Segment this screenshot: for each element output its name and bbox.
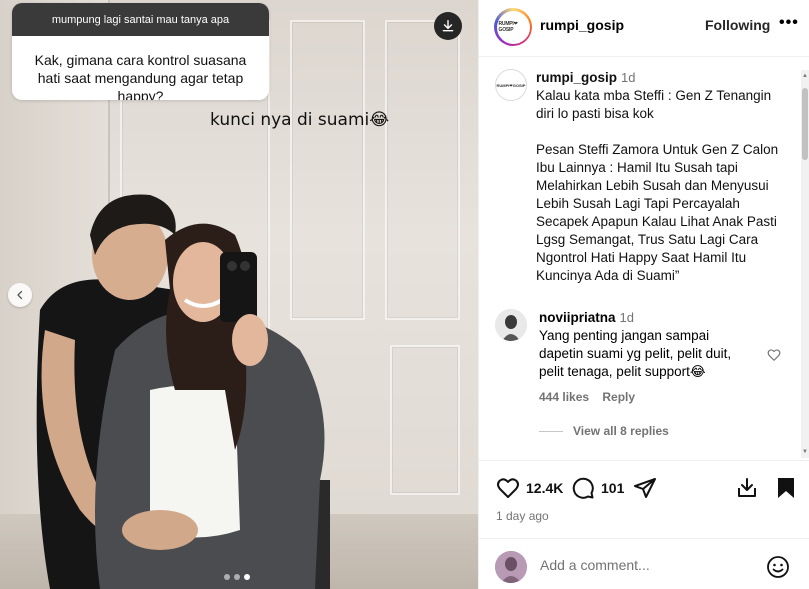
comment-reply-button[interactable]: Reply <box>602 390 635 404</box>
comment-meta: 444 likes Reply <box>539 390 635 404</box>
caption-line: Kalau kata mba Steffi : Gen Z Tenangin <box>536 88 772 103</box>
save-to-collection-button[interactable] <box>735 476 759 500</box>
comment-line: dapetin suami yg pelit, pelit duit, <box>539 346 732 361</box>
comment-icon <box>572 477 594 499</box>
post-header: RUMPI❤GOSIP rumpi_gosip Following ••• <box>479 0 809 57</box>
comment-button[interactable]: 101 <box>571 476 624 500</box>
phone-camera <box>240 261 250 271</box>
heart-icon <box>497 478 519 498</box>
commenter-avatar[interactable] <box>495 309 527 341</box>
question-sticker: mumpung lagi santai mau tanya apa Kak, g… <box>12 3 269 100</box>
couple-photo <box>36 194 330 589</box>
like-button[interactable]: 12.4K <box>496 476 563 500</box>
more-options-icon[interactable]: ••• <box>779 14 799 32</box>
caption-username[interactable]: rumpi_gosip <box>536 70 617 85</box>
post-media[interactable]: mumpung lagi santai mau tanya apa Kak, g… <box>0 0 478 589</box>
comment-time: 1d <box>619 310 634 325</box>
caption-time: 1d <box>621 70 636 85</box>
bookmark-icon <box>778 478 794 498</box>
view-replies-label: View all 8 replies <box>573 424 669 438</box>
replies-divider <box>539 430 563 432</box>
heart-icon <box>767 349 781 361</box>
add-comment-bar <box>479 538 809 589</box>
scroll-thumb[interactable] <box>802 88 808 160</box>
phone-camera <box>227 261 237 271</box>
caption-line: Melahirkan Lebih Susah dan Menyusui <box>536 178 769 193</box>
post-panel: RUMPI❤GOSIP rumpi_gosip Following ••• RU… <box>478 0 809 589</box>
question-header: mumpung lagi santai mau tanya apa <box>12 3 269 36</box>
post-actions: 12.4K 101 1 day ago <box>479 460 809 538</box>
commenter-photo <box>495 309 527 341</box>
caption: rumpi_gosip 1d Kalau kata mba Steffi : Ge… <box>536 69 786 285</box>
previous-slide-button[interactable] <box>8 283 32 307</box>
caption-line: Secapek Apapun Kalau Lihat Anak Pasti <box>536 214 777 229</box>
chevron-left-icon <box>17 290 23 300</box>
caption-line: Lgsg Semangat, Trus Satu Lagi Cara <box>536 232 759 247</box>
download-icon <box>442 20 454 32</box>
caption-line: Lebih Susah Lagi Tapi Percayalah <box>536 196 740 211</box>
author-username[interactable]: rumpi_gosip <box>540 17 624 33</box>
emoji-button[interactable] <box>766 555 790 584</box>
carousel-dot <box>234 574 240 580</box>
send-icon <box>634 478 656 498</box>
current-user-photo <box>495 551 527 583</box>
carousel-dot <box>224 574 230 580</box>
caption-avatar[interactable]: RUMPI❤GOSIP <box>495 69 527 101</box>
download-button[interactable] <box>434 12 462 40</box>
man-hand <box>122 510 198 550</box>
comments-count: 101 <box>601 480 625 496</box>
current-user-avatar[interactable] <box>495 551 527 583</box>
comment-input[interactable] <box>540 557 740 573</box>
question-text: Kak, gimana cara kontrol suasana hati sa… <box>34 52 247 100</box>
comment-line: Yang penting jangan sampai <box>539 328 710 343</box>
comment: noviipriatna 1d Yang penting jangan sampa… <box>539 309 761 381</box>
comment-line: pelit tenaga, pelit support😂 <box>539 364 706 379</box>
caption-line: Pesan Steffi Zamora Untuk Gen Z Calon <box>536 142 779 157</box>
caption-line: Ibu Lainnya : Hamil Itu Susah tapi <box>536 160 738 175</box>
comments-scrollbar[interactable]: ▲ ▼ <box>801 70 809 458</box>
woman-hand <box>232 314 268 366</box>
phone <box>220 252 257 322</box>
caption-line: diri lo pasti bisa kok <box>536 106 654 121</box>
answer-text: kunci nya di suami😂 <box>210 110 390 130</box>
following-button[interactable]: Following <box>705 17 770 33</box>
comment-like-button[interactable] <box>767 348 781 367</box>
comment-likes[interactable]: 444 likes <box>539 390 589 404</box>
likes-count: 12.4K <box>526 480 564 496</box>
author-avatar[interactable]: RUMPI❤GOSIP <box>494 8 532 46</box>
comments-section[interactable]: RUMPI❤GOSIP rumpi_gosip 1d Kalau kata mba… <box>479 57 809 460</box>
view-replies-button[interactable]: View all 8 replies <box>539 424 669 438</box>
bookmark-button[interactable] <box>775 476 797 500</box>
instagram-post-modal: mumpung lagi santai mau tanya apa Kak, g… <box>0 0 809 589</box>
avatar-logo-text: RUMPI❤GOSIP <box>496 10 530 44</box>
scroll-down-icon[interactable]: ▼ <box>801 448 809 456</box>
post-date[interactable]: 1 day ago <box>496 509 549 523</box>
carousel-dot-active <box>244 574 250 580</box>
scroll-up-icon[interactable]: ▲ <box>801 72 809 80</box>
smiley-icon <box>767 556 789 578</box>
caption-line: Kuncinya Ada di Suami” <box>536 268 680 283</box>
caption-line: Ngontrol Hati Happy Saat Hamil Itu <box>536 250 747 265</box>
caption-line <box>536 123 786 141</box>
carousel-indicator <box>224 574 250 580</box>
share-button[interactable] <box>633 476 657 500</box>
comment-username[interactable]: noviipriatna <box>539 310 616 325</box>
save-download-icon <box>738 478 756 497</box>
